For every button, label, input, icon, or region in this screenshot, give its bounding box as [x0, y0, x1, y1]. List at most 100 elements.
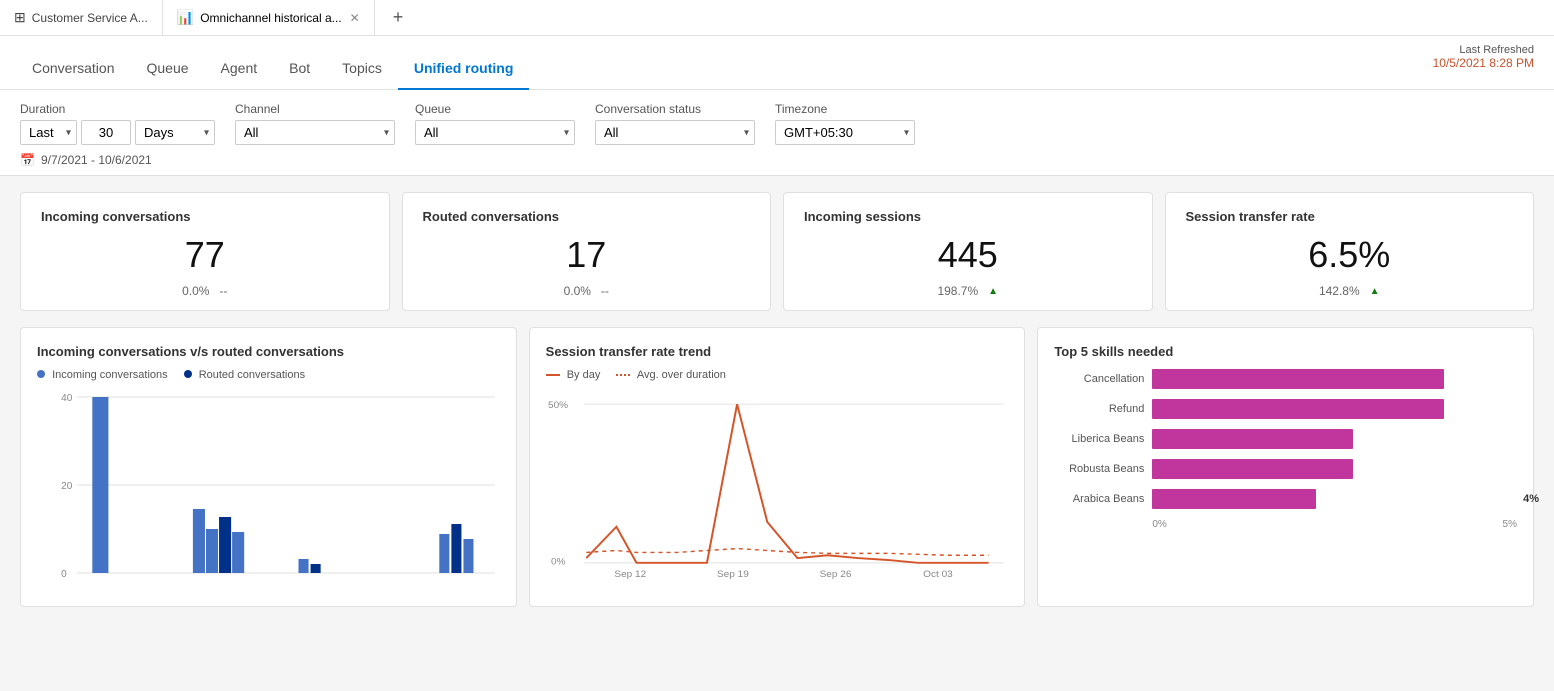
- kpi-incoming-conversations-value: 77: [41, 234, 369, 276]
- bar-chart-legend: Incoming conversations Routed conversati…: [37, 369, 500, 381]
- hbar-chart: Cancellation 8% Refund 8%: [1054, 369, 1517, 530]
- legend-by-day-line: [546, 374, 560, 376]
- nav-topics[interactable]: Topics: [326, 60, 398, 90]
- line-chart-legend: By day Avg. over duration: [546, 369, 1009, 381]
- channel-select[interactable]: All: [235, 120, 395, 145]
- duration-value-input[interactable]: [81, 120, 131, 145]
- hbar-row-cancellation: Cancellation 8%: [1054, 369, 1517, 389]
- chart-row: Incoming conversations v/s routed conver…: [20, 327, 1534, 607]
- bar-chart-svg: 40 20 0: [37, 389, 500, 579]
- timezone-label: Timezone: [775, 102, 915, 116]
- tab-bar: ⊞ Customer Service A... 📊 Omnichannel hi…: [0, 0, 1554, 36]
- hbar-pct-refund: 8%: [1497, 403, 1513, 415]
- nav-unified-routing[interactable]: Unified routing: [398, 60, 530, 90]
- kpi-incoming-conversations-title: Incoming conversations: [41, 209, 369, 224]
- tab-omnichannel[interactable]: 📊 Omnichannel historical a... ✕: [163, 0, 375, 35]
- hbar-label-arabica: Arabica Beans: [1054, 493, 1144, 505]
- bar-incoming-1c: [232, 532, 244, 573]
- hbar-fill-cancellation: 8%: [1152, 369, 1444, 389]
- tab-close-button[interactable]: ✕: [350, 11, 360, 25]
- line-avg: [586, 549, 988, 556]
- hbar-label-liberica: Liberica Beans: [1054, 433, 1144, 445]
- bar-incoming-1: [193, 509, 205, 573]
- svg-text:Sep 12: Sep 12: [614, 569, 646, 579]
- kpi-routed-conversations-title: Routed conversations: [423, 209, 751, 224]
- line-by-day: [586, 404, 988, 563]
- hbar-track-refund: 8%: [1152, 399, 1517, 419]
- kpi-incoming-change-arrow: --: [219, 284, 227, 298]
- queue-select[interactable]: All: [415, 120, 575, 145]
- add-tab-button[interactable]: +: [383, 7, 414, 28]
- svg-text:Sep 19: Sep 19: [717, 569, 749, 579]
- hbar-axis-5: 5%: [1503, 519, 1517, 530]
- bar-incoming-3: [439, 534, 449, 573]
- svg-text:20: 20: [61, 481, 73, 492]
- line-chart-svg: 50% 0% Sep 12 Sep 19 Sep 26 Oct 03: [546, 389, 1009, 579]
- kpi-row: Incoming conversations 77 0.0% -- Routed…: [20, 192, 1534, 311]
- bar-incoming-3b: [463, 539, 473, 573]
- hbar-fill-robusta: 5%: [1152, 459, 1353, 479]
- kpi-routed-conversations: Routed conversations 17 0.0% --: [402, 192, 772, 311]
- legend-by-day-label: By day: [567, 369, 601, 381]
- hbar-track-arabica: 4%: [1152, 489, 1517, 509]
- line-chart-card: Session transfer rate trend By day Avg. …: [529, 327, 1026, 607]
- svg-text:40: 40: [61, 393, 73, 404]
- hbar-fill-refund: 8%: [1152, 399, 1444, 419]
- hbar-axis-0: 0%: [1152, 519, 1166, 530]
- svg-text:0%: 0%: [551, 557, 566, 568]
- queue-filter: Queue All: [415, 102, 575, 145]
- nav-queue[interactable]: Queue: [131, 60, 205, 90]
- line-chart-title: Session transfer rate trend: [546, 344, 1009, 359]
- nav-conversation[interactable]: Conversation: [16, 60, 131, 90]
- date-range-value: 9/7/2021 - 10/6/2021: [41, 153, 152, 167]
- legend-incoming-label: Incoming conversations: [52, 369, 168, 381]
- hbar-pct-cancellation: 8%: [1497, 373, 1513, 385]
- legend-avg: Avg. over duration: [616, 369, 726, 381]
- last-refreshed: Last Refreshed 10/5/2021 8:28 PM: [1433, 44, 1534, 70]
- duration-filter: Duration Last Next Days Weeks Months: [20, 102, 215, 145]
- grid-icon: ⊞: [14, 9, 26, 26]
- bar-routed-1: [219, 517, 231, 573]
- tab-customer-service[interactable]: ⊞ Customer Service A...: [0, 0, 163, 35]
- kpi-session-transfer-rate: Session transfer rate 6.5% 142.8% ▲: [1165, 192, 1535, 311]
- nav-bot[interactable]: Bot: [273, 60, 326, 90]
- tab-omnichannel-label: Omnichannel historical a...: [200, 11, 341, 25]
- kpi-session-transfer-rate-value: 6.5%: [1186, 234, 1514, 276]
- hbar-chart-card: Top 5 skills needed Cancellation 8% Refu…: [1037, 327, 1534, 607]
- conversation-status-select[interactable]: All: [595, 120, 755, 145]
- svg-text:0: 0: [61, 569, 67, 579]
- tab-customer-service-label: Customer Service A...: [32, 11, 148, 25]
- hbar-label-robusta: Robusta Beans: [1054, 463, 1144, 475]
- hbar-pct-arabica: 4%: [1523, 493, 1539, 505]
- hbar-row-refund: Refund 8%: [1054, 399, 1517, 419]
- timezone-select[interactable]: GMT+05:30: [775, 120, 915, 145]
- channel-filter: Channel All: [235, 102, 395, 145]
- kpi-incoming-sessions-value: 445: [804, 234, 1132, 276]
- kpi-incoming-change-pct: 0.0%: [182, 284, 209, 298]
- chart-icon: 📊: [177, 9, 194, 26]
- bar-chart-area: 40 20 0: [37, 389, 500, 579]
- conversation-status-label: Conversation status: [595, 102, 755, 116]
- kpi-transfer-arrow-up: ▲: [1370, 286, 1380, 297]
- legend-by-day: By day: [546, 369, 601, 381]
- duration-unit-select[interactable]: Days Weeks Months: [135, 120, 215, 145]
- kpi-routed-change-pct: 0.0%: [564, 284, 591, 298]
- legend-routed: Routed conversations: [184, 369, 305, 381]
- hbar-track-robusta: 5%: [1152, 459, 1517, 479]
- legend-avg-label: Avg. over duration: [637, 369, 726, 381]
- bar-incoming-1b: [206, 529, 218, 573]
- last-refreshed-value: 10/5/2021 8:28 PM: [1433, 56, 1534, 70]
- hbar-track-liberica: 5%: [1152, 429, 1517, 449]
- svg-text:Sep 26: Sep 26: [819, 569, 851, 579]
- kpi-sessions-change-pct: 198.7%: [937, 284, 978, 298]
- kpi-incoming-sessions-title: Incoming sessions: [804, 209, 1132, 224]
- legend-routed-dot: [184, 370, 192, 378]
- kpi-incoming-conversations: Incoming conversations 77 0.0% --: [20, 192, 390, 311]
- nav-agent[interactable]: Agent: [205, 60, 274, 90]
- date-range: 📅 9/7/2021 - 10/6/2021: [20, 153, 1534, 167]
- kpi-sessions-arrow-up: ▲: [988, 286, 998, 297]
- duration-preset-select[interactable]: Last Next: [20, 120, 77, 145]
- hbar-fill-arabica: 4%: [1152, 489, 1316, 509]
- hbar-chart-title: Top 5 skills needed: [1054, 344, 1517, 359]
- kpi-transfer-change-pct: 142.8%: [1319, 284, 1360, 298]
